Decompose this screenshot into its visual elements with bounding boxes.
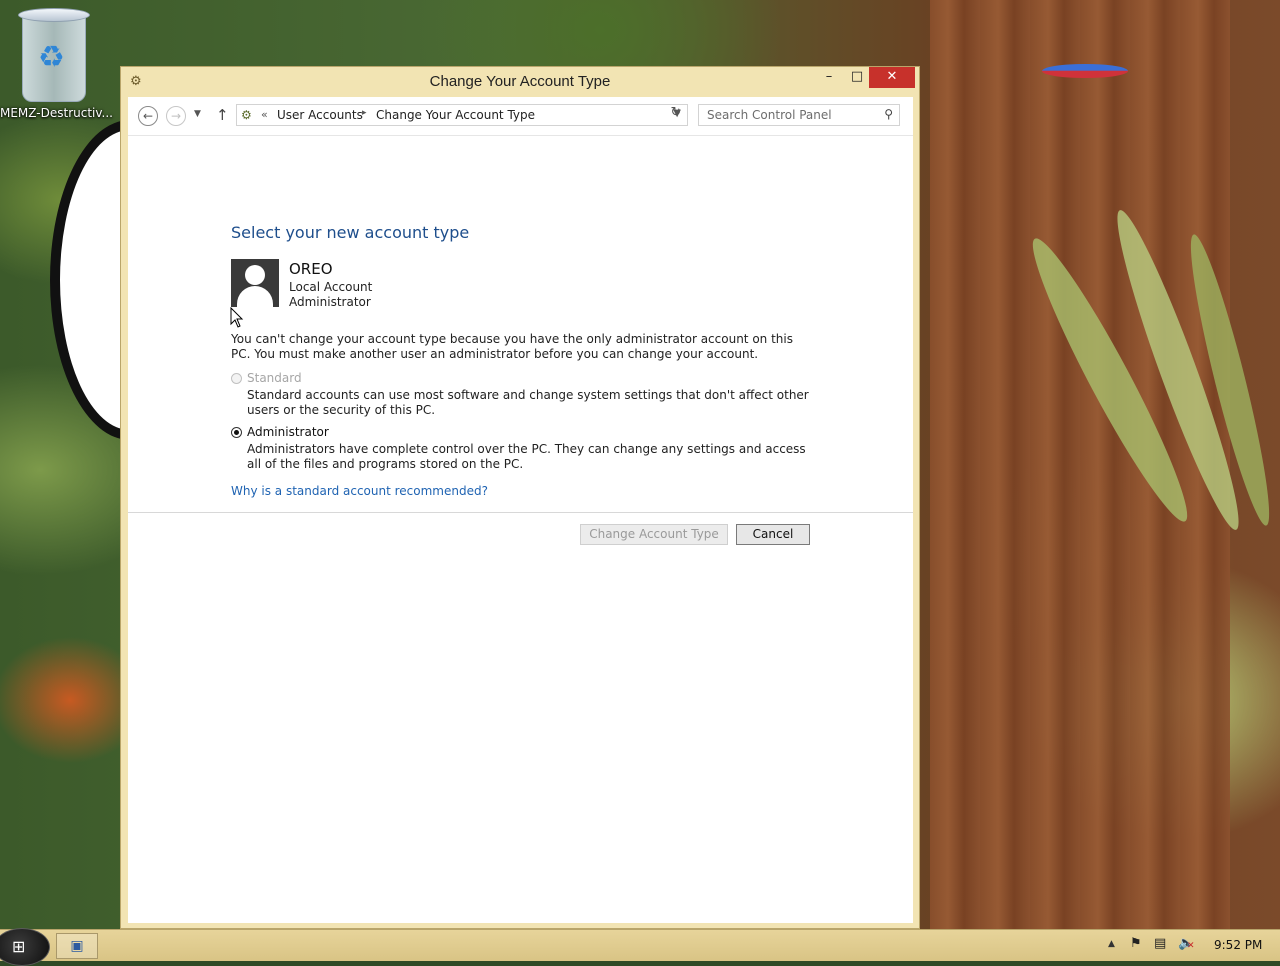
mouse-cursor-icon: [230, 307, 244, 328]
window-client-area: ← → ▼ ↑ ⚙ « User Accounts ▸ Change Your …: [128, 97, 913, 923]
account-role: Administrator: [289, 295, 371, 309]
standard-radio[interactable]: [231, 373, 242, 384]
navigation-bar: ← → ▼ ↑ ⚙ « User Accounts ▸ Change Your …: [128, 97, 913, 136]
wallpaper-tree-trunk: [930, 0, 1230, 930]
desktop-icon-recycle-bin[interactable]: ♻ MEMZ-Destructiv...: [0, 6, 113, 120]
windows-logo-icon: ⊞: [12, 937, 26, 956]
minimize-button[interactable]: –: [815, 67, 843, 88]
close-button[interactable]: ✕: [869, 67, 915, 88]
search-input[interactable]: [699, 105, 885, 125]
magnifier-icon[interactable]: ⚲: [884, 107, 893, 121]
why-standard-link[interactable]: Why is a standard account recommended?: [231, 484, 488, 498]
standard-description: Standard accounts can use most software …: [247, 388, 809, 417]
search-box[interactable]: ⚲: [698, 104, 900, 126]
maximize-button[interactable]: □: [843, 67, 871, 88]
control-panel-icon: ▣: [70, 938, 84, 954]
start-button[interactable]: ⊞: [0, 928, 50, 966]
fish-sprite: [1042, 60, 1128, 82]
show-hidden-icons-icon[interactable]: ▲: [1108, 939, 1115, 949]
refresh-icon[interactable]: ↻: [664, 105, 688, 125]
address-bar[interactable]: ⚙ « User Accounts ▸ Change Your Account …: [236, 104, 688, 126]
user-avatar-icon: [231, 259, 279, 307]
administrator-description: Administrators have complete control ove…: [247, 442, 806, 471]
cannot-change-notice: You can't change your account type becau…: [231, 332, 793, 361]
up-arrow-icon[interactable]: ↑: [216, 106, 229, 124]
network-icon[interactable]: ▤: [1154, 936, 1166, 951]
desktop-icon-label: MEMZ-Destructiv...: [0, 106, 113, 120]
standard-label[interactable]: Standard: [247, 371, 302, 385]
recent-locations-dropdown-icon[interactable]: ▼: [194, 109, 201, 119]
taskbar-clock[interactable]: 9:52 PM: [1214, 938, 1262, 952]
control-panel-icon: ⚙: [241, 108, 252, 122]
control-panel-window: ⚙ Change Your Account Type – □ ✕ ← → ▼ ↑…: [120, 66, 920, 929]
breadcrumb-change-account-type[interactable]: Change Your Account Type: [376, 108, 535, 122]
account-type: Local Account: [289, 280, 373, 294]
window-title: Change Your Account Type: [429, 73, 611, 90]
breadcrumb-separator-icon[interactable]: ▸: [362, 108, 367, 118]
cancel-button[interactable]: Cancel: [736, 524, 810, 545]
mute-x-icon: ✕: [1187, 941, 1195, 951]
title-bar[interactable]: ⚙ Change Your Account Type – □ ✕: [121, 67, 919, 97]
back-arrow-icon[interactable]: ←: [138, 106, 158, 126]
administrator-radio[interactable]: [231, 427, 242, 438]
breadcrumb-user-accounts[interactable]: User Accounts: [277, 108, 363, 122]
taskbar: ⊞ ▣ ▲ ⚑ ▤ 🔈 ✕ 9:52 PM: [0, 928, 1280, 966]
recycle-bin-icon: ♻: [16, 6, 90, 102]
taskbar-control-panel-button[interactable]: ▣: [56, 933, 98, 959]
account-name: OREO: [289, 260, 333, 278]
action-center-flag-icon[interactable]: ⚑: [1130, 936, 1142, 951]
divider: [128, 512, 913, 513]
change-account-type-button[interactable]: Change Account Type: [580, 524, 728, 545]
forward-arrow-icon[interactable]: →: [166, 106, 186, 126]
page-heading: Select your new account type: [231, 223, 470, 242]
administrator-label[interactable]: Administrator: [247, 425, 329, 439]
address-overflow-chevron[interactable]: «: [261, 108, 268, 121]
